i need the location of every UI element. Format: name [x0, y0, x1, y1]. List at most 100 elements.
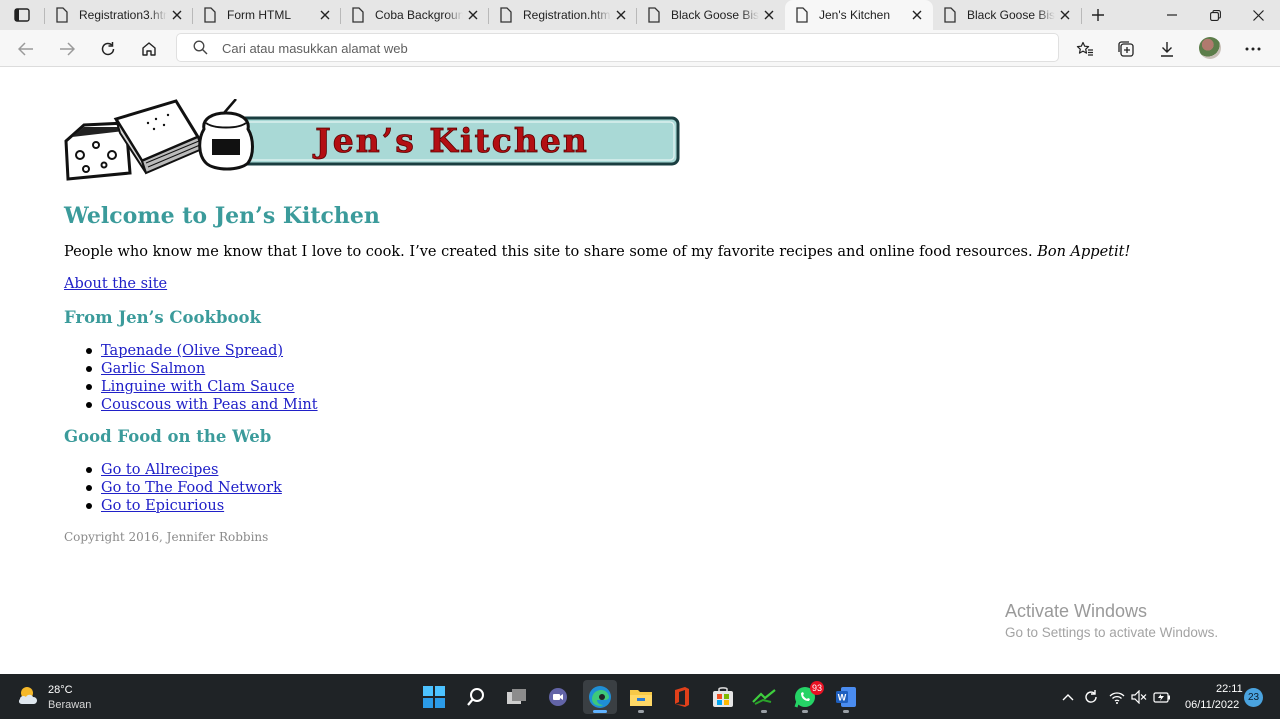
- tab-actions-icon: [14, 8, 30, 22]
- word-icon: W: [836, 687, 856, 707]
- page-icon: [56, 7, 68, 23]
- close-tab-button[interactable]: [907, 5, 927, 25]
- file-explorer-button[interactable]: [624, 680, 658, 714]
- tab-title: Registration3.htm: [79, 8, 167, 22]
- chevron-up-icon: [1062, 694, 1074, 701]
- weather-description: Berawan: [48, 699, 92, 711]
- close-icon: [320, 10, 330, 20]
- teams-chat-button[interactable]: [541, 680, 575, 714]
- tab-active[interactable]: Jen's Kitchen: [785, 0, 933, 30]
- home-button[interactable]: [135, 35, 163, 63]
- more-dots-icon: [1245, 47, 1261, 51]
- tab[interactable]: Form HTML: [193, 0, 341, 30]
- recipe-link[interactable]: Tapenade (Olive Spread): [101, 343, 283, 359]
- close-icon: [764, 10, 774, 20]
- back-arrow-icon: [18, 42, 33, 56]
- list-item: Go to The Food Network: [86, 478, 282, 496]
- new-tab-button[interactable]: [1086, 4, 1110, 26]
- download-icon: [1161, 42, 1173, 57]
- store-icon: [713, 687, 733, 707]
- close-tab-button[interactable]: [611, 5, 631, 25]
- external-site-link[interactable]: Go to Allrecipes: [101, 462, 218, 478]
- address-bar[interactable]: [176, 33, 1059, 62]
- weather-temperature: 28°C: [48, 684, 73, 696]
- profile-avatar[interactable]: [1199, 37, 1221, 59]
- tab-actions-button[interactable]: [8, 4, 36, 26]
- tab-title: Jen's Kitchen: [819, 8, 890, 22]
- start-button[interactable]: [417, 680, 451, 714]
- task-view-button[interactable]: [500, 680, 534, 714]
- clock-time[interactable]: 22:11: [1216, 683, 1243, 695]
- notification-count-badge[interactable]: 23: [1244, 688, 1263, 707]
- good-food-heading: Good Food on the Web: [64, 427, 272, 446]
- edge-icon: [589, 686, 611, 708]
- cookbook-list: Tapenade (Olive Spread) Garlic Salmon Li…: [86, 341, 318, 413]
- close-icon: [1252, 9, 1264, 21]
- sync-tray-button[interactable]: [1081, 687, 1101, 707]
- microsoft-store-button[interactable]: [706, 680, 740, 714]
- running-indicator: [761, 710, 767, 713]
- close-tab-button[interactable]: [759, 5, 779, 25]
- about-site-link[interactable]: About the site: [64, 276, 167, 292]
- activate-windows-subtitle: Go to Settings to activate Windows.: [1005, 625, 1219, 640]
- tab-title: Black Goose Bistro: [967, 8, 1055, 22]
- office-icon: [675, 687, 689, 707]
- page-icon: [796, 7, 808, 23]
- close-tab-button[interactable]: [463, 5, 483, 25]
- forward-button[interactable]: [53, 35, 81, 63]
- tab[interactable]: Coba Background: [341, 0, 489, 30]
- running-indicator: [593, 710, 607, 713]
- minimize-button[interactable]: [1150, 0, 1194, 30]
- intro-paragraph: People who know me know that I love to c…: [64, 244, 1130, 260]
- word-button[interactable]: W: [829, 680, 863, 714]
- taskbar: 28°C Berawan 93 W 22:11 06/11/2022 23: [0, 674, 1280, 719]
- close-tab-button[interactable]: [167, 5, 187, 25]
- recipe-link[interactable]: Linguine with Clam Sauce: [101, 379, 295, 395]
- favorites-button[interactable]: [1071, 35, 1099, 63]
- tab-title: Registration.html: [523, 8, 611, 22]
- search-icon: [193, 40, 208, 55]
- restore-button[interactable]: [1193, 0, 1237, 30]
- tab[interactable]: Registration3.htm: [45, 0, 193, 30]
- tab[interactable]: Black Goose Bistro: [933, 0, 1081, 30]
- edge-taskbar-button[interactable]: [583, 680, 617, 714]
- chat-icon: [549, 688, 567, 706]
- banner-title: Jen’s Kitchen: [312, 121, 589, 160]
- settings-menu-button[interactable]: [1239, 35, 1267, 63]
- restore-icon: [1209, 9, 1221, 21]
- tab[interactable]: Registration.html: [489, 0, 637, 30]
- page-icon: [500, 7, 512, 23]
- address-input[interactable]: [222, 38, 1022, 58]
- minimize-icon: [1167, 14, 1177, 16]
- back-button[interactable]: [12, 35, 40, 63]
- whatsapp-button[interactable]: 93: [788, 680, 824, 714]
- external-site-link[interactable]: Go to The Food Network: [101, 480, 282, 496]
- refresh-button[interactable]: [94, 35, 122, 63]
- tab-title: Coba Background: [375, 8, 463, 22]
- game-icon: [752, 689, 776, 705]
- show-hidden-icons-button[interactable]: [1058, 687, 1078, 707]
- collections-button[interactable]: [1112, 35, 1140, 63]
- close-tab-button[interactable]: [315, 5, 335, 25]
- game-app-button[interactable]: [747, 680, 781, 714]
- tab[interactable]: Black Goose Bistro: [637, 0, 785, 30]
- running-indicator: [843, 710, 849, 713]
- recipe-link[interactable]: Garlic Salmon: [101, 361, 205, 377]
- close-icon: [616, 10, 626, 20]
- volume-muted-icon: [1131, 690, 1147, 704]
- windows-logo-icon: [423, 686, 445, 708]
- browser-toolbar: [0, 30, 1280, 67]
- battery-button[interactable]: [1152, 687, 1172, 707]
- recipe-link[interactable]: Couscous with Peas and Mint: [101, 397, 318, 413]
- page-icon: [352, 7, 364, 23]
- search-button[interactable]: [459, 680, 493, 714]
- weather-widget[interactable]: 28°C Berawan: [14, 682, 134, 712]
- downloads-button[interactable]: [1153, 35, 1181, 63]
- external-site-link[interactable]: Go to Epicurious: [101, 498, 224, 514]
- close-window-button[interactable]: [1236, 0, 1280, 30]
- close-tab-button[interactable]: [1055, 5, 1075, 25]
- office-button[interactable]: [665, 680, 699, 714]
- volume-button[interactable]: [1129, 687, 1149, 707]
- clock-date[interactable]: 06/11/2022: [1185, 699, 1239, 711]
- wifi-button[interactable]: [1107, 687, 1127, 707]
